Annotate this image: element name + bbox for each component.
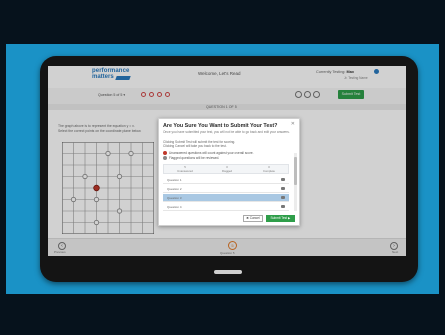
dialog-submit-button[interactable]: Submit Test ▶	[266, 215, 295, 222]
question-row-icon	[281, 196, 285, 199]
cancel-button[interactable]: ✖ Cancel	[243, 215, 263, 222]
dialog-instruction-2: Clicking Cancel will take you back to th…	[163, 144, 227, 148]
question-row-selected[interactable]: Question 3	[163, 194, 289, 202]
question-row-label: Question 1	[167, 178, 182, 182]
question-row-label: Question 2	[167, 187, 182, 191]
tablet-home-indicator	[214, 270, 242, 274]
summary-label: Complete	[263, 168, 275, 173]
summary-label: Flagged	[221, 168, 233, 173]
dialog-title: Are You Sure You Want to Submit Your Tes…	[163, 123, 278, 129]
question-row-label: Question 4	[167, 205, 182, 209]
status-unanswered-text: Unanswered questions will count against …	[169, 151, 254, 155]
alert-icon	[163, 151, 167, 155]
scrollbar-thumb[interactable]	[294, 157, 297, 185]
summary-label: Unanswered	[177, 168, 193, 173]
dialog-intro: Once you have submitted your test, you w…	[163, 130, 290, 134]
summary-flagged: 0 Flagged	[212, 165, 242, 173]
question-row[interactable]: Question 1	[163, 176, 289, 184]
question-row-icon	[281, 187, 285, 190]
submit-confirm-dialog: ✕ Are You Sure You Want to Submit Your T…	[158, 118, 300, 226]
dialog-scrollbar[interactable]	[294, 153, 297, 211]
summary-unanswered: 5 Unanswered	[170, 165, 200, 173]
question-row-icon	[281, 205, 285, 208]
dialog-footer: ✖ Cancel Submit Test ▶	[159, 213, 299, 225]
close-icon[interactable]: ✕	[291, 121, 295, 127]
question-row[interactable]: Question 2	[163, 185, 289, 193]
question-row-label: Question 3	[167, 196, 182, 200]
tablet-screen: performance matters Welcome, Let's Read …	[48, 66, 406, 256]
question-row-icon	[281, 178, 285, 181]
summary-bar: 5 Unanswered 0 Flagged 0 Complete	[163, 164, 289, 174]
status-flagged-text: Flagged questions will be reviewed.	[169, 156, 220, 160]
summary-complete: 0 Complete	[254, 165, 284, 173]
question-row[interactable]: Question 4	[163, 203, 289, 211]
flag-status-icon	[163, 156, 167, 160]
